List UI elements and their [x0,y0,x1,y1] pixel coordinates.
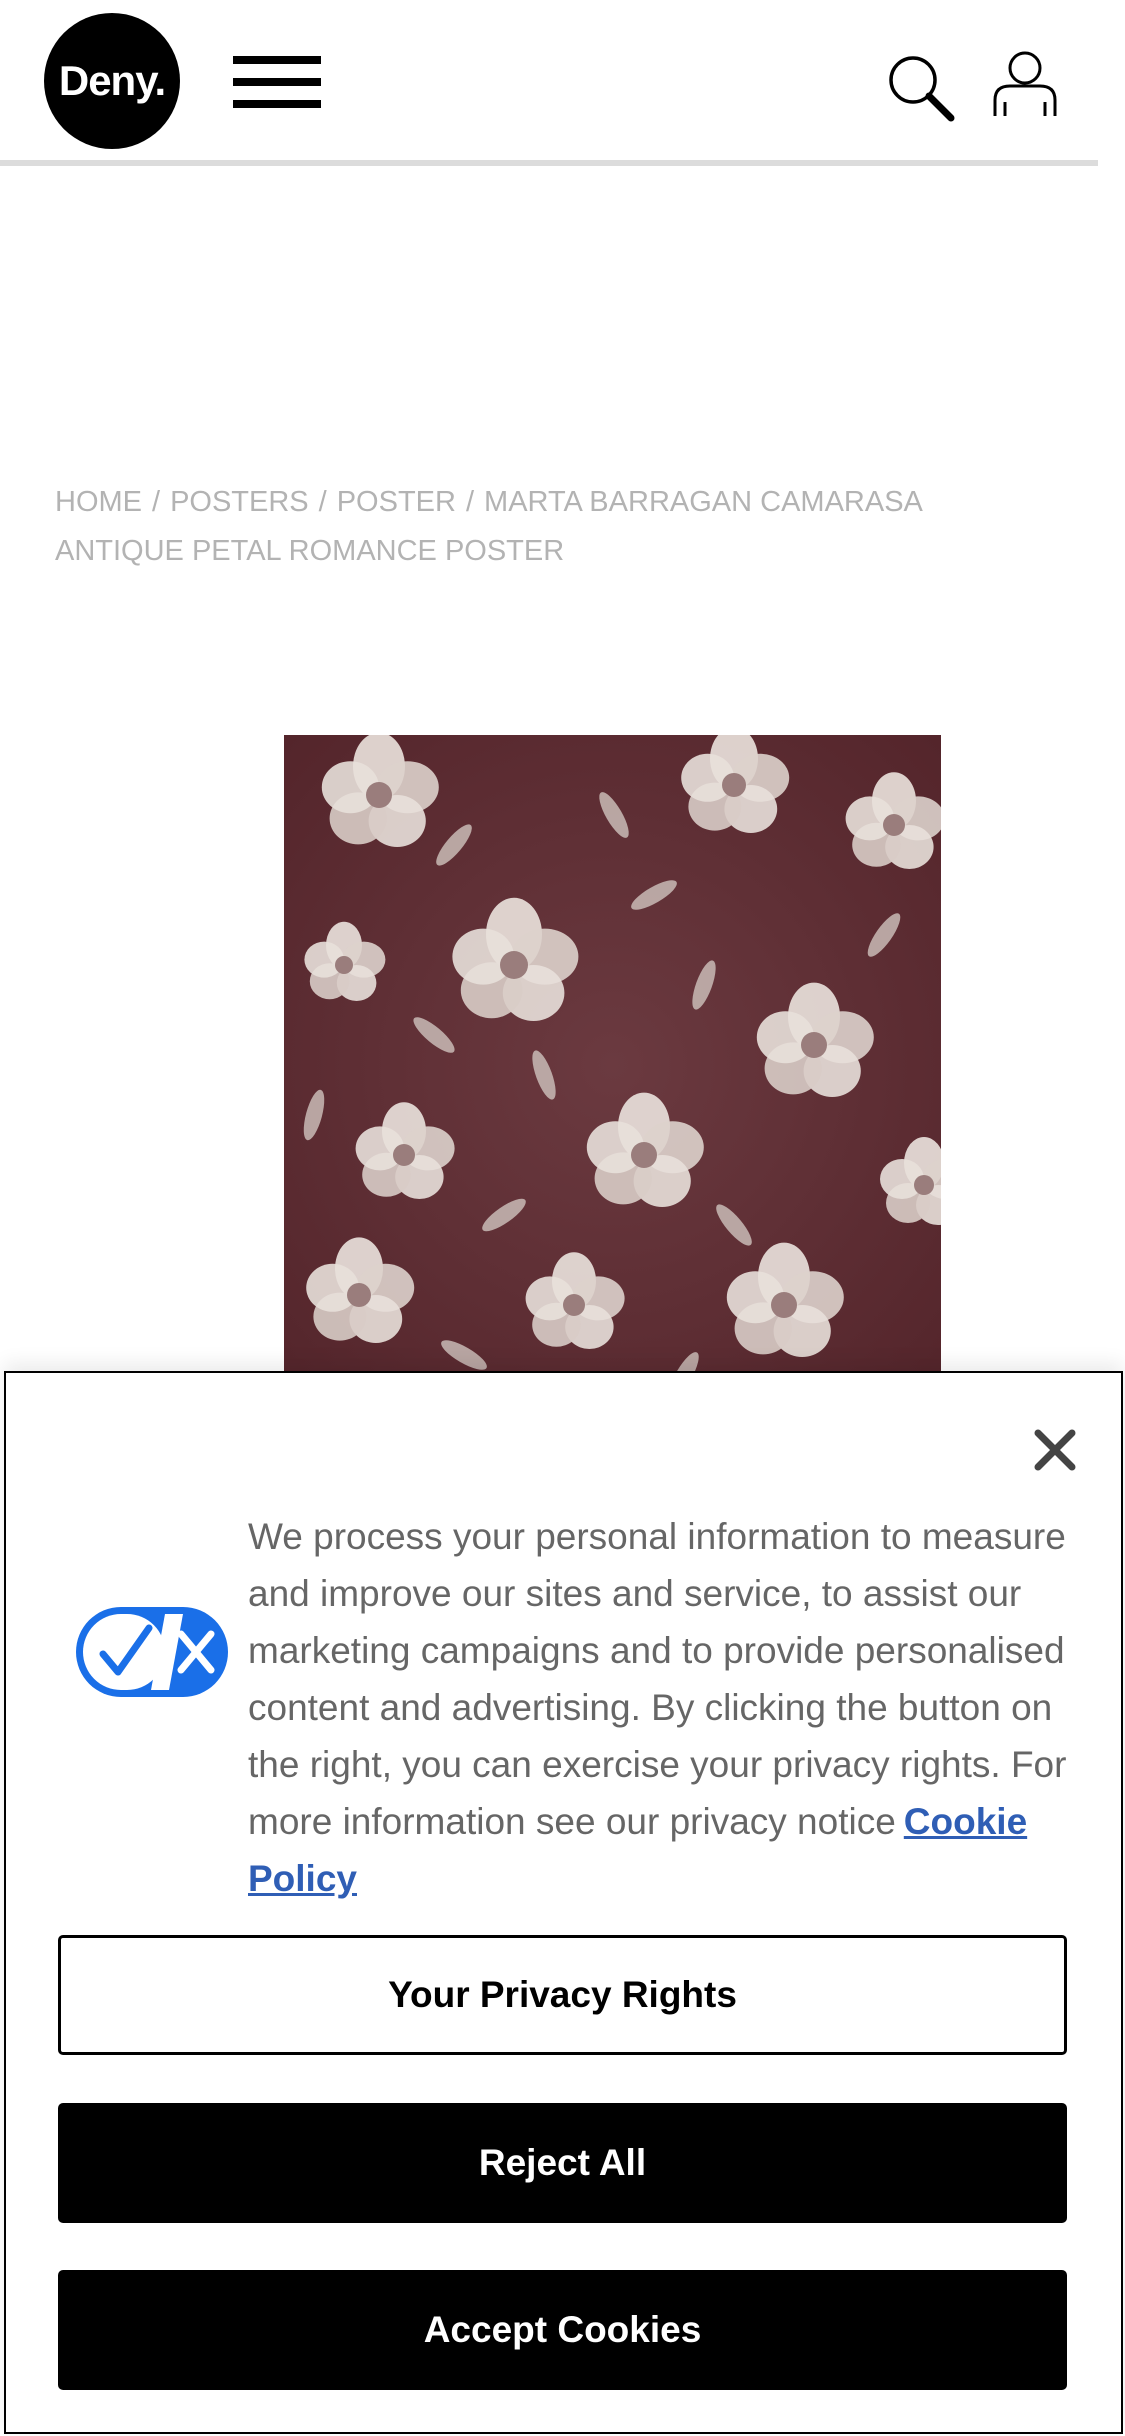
cookie-message: We process your personal information to … [248,1508,1078,1907]
logo-text: Deny. [58,57,166,104]
breadcrumb-home[interactable]: HOME [55,486,142,518]
breadcrumb-posters[interactable]: POSTERS [170,486,309,518]
search-icon[interactable] [885,52,957,124]
logo[interactable]: Deny. [44,13,180,149]
close-icon[interactable] [1032,1427,1078,1473]
user-account-icon[interactable] [990,50,1060,122]
hamburger-menu-icon[interactable] [233,56,323,110]
accept-cookies-label: Accept Cookies [423,2309,702,2350]
privacy-toggle-icon [73,1604,231,1700]
accept-cookies-button[interactable]: Accept Cookies [58,2270,1067,2390]
privacy-rights-label: Your Privacy Rights [388,1974,737,2015]
breadcrumb-poster[interactable]: POSTER [337,486,456,518]
privacy-rights-button[interactable]: Your Privacy Rights [58,1935,1067,2055]
cookie-message-text: We process your personal information to … [248,1516,1067,1842]
reject-all-label: Reject All [478,2142,647,2183]
floral-poster-image[interactable] [284,735,941,1395]
reject-all-button[interactable]: Reject All [58,2103,1067,2223]
breadcrumb: HOME / POSTERS / POSTER / MARTA BARRAGAN CAMAR… [55,486,922,567]
site-header: Deny. [0,0,1098,166]
